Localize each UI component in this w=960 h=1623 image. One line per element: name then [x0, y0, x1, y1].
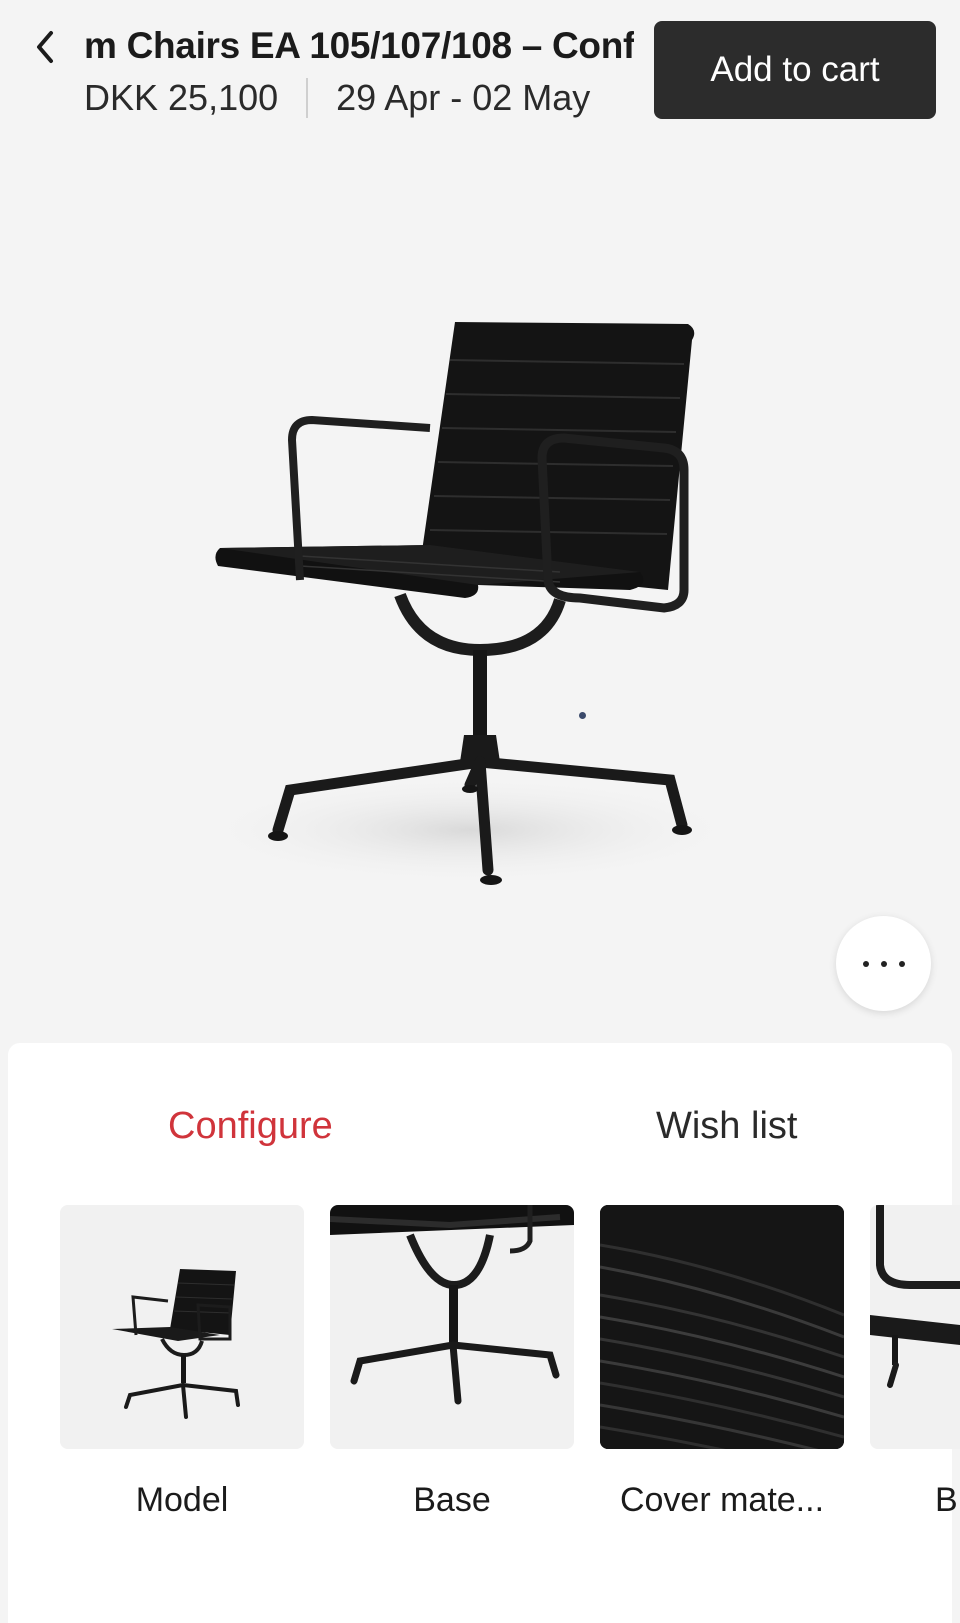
cover-material-thumbnail-image: [600, 1205, 844, 1449]
option-partial[interactable]: [870, 1205, 960, 1449]
partial-thumbnail-image: [870, 1205, 960, 1449]
tab-wish-list[interactable]: Wish list: [656, 1098, 797, 1154]
chevron-left-icon: [37, 31, 53, 63]
hotspot-marker[interactable]: [579, 712, 586, 719]
option-label-cover-material: Cover mate...: [619, 1481, 825, 1519]
option-label-base: Base: [413, 1481, 491, 1519]
base-thumbnail-image: [330, 1205, 574, 1449]
add-to-cart-button[interactable]: Add to cart: [654, 21, 936, 119]
option-label-model: Model: [135, 1481, 229, 1519]
product-title: m Chairs EA 105/107/108 – Confe: [84, 25, 634, 66]
chair-thumbnail-image: [60, 1205, 304, 1449]
option-model[interactable]: [60, 1205, 304, 1449]
product-header: m Chairs EA 105/107/108 – Confe DKK 25,1…: [0, 0, 960, 140]
more-dots-icon: [862, 960, 905, 967]
delivery-date: 29 Apr - 02 May: [336, 77, 591, 118]
option-cover-material[interactable]: [600, 1205, 844, 1449]
back-button[interactable]: [22, 24, 68, 70]
product-price: DKK 25,100: [84, 77, 279, 118]
tab-configure[interactable]: Configure: [168, 1098, 333, 1154]
option-base[interactable]: [330, 1205, 574, 1449]
product-subline: DKK 25,100 29 Apr - 02 May: [84, 76, 590, 120]
option-label-partial: B: [935, 1481, 958, 1519]
subline-divider: [306, 78, 309, 118]
more-options-button[interactable]: [836, 916, 931, 1011]
product-image[interactable]: [0, 150, 960, 1020]
